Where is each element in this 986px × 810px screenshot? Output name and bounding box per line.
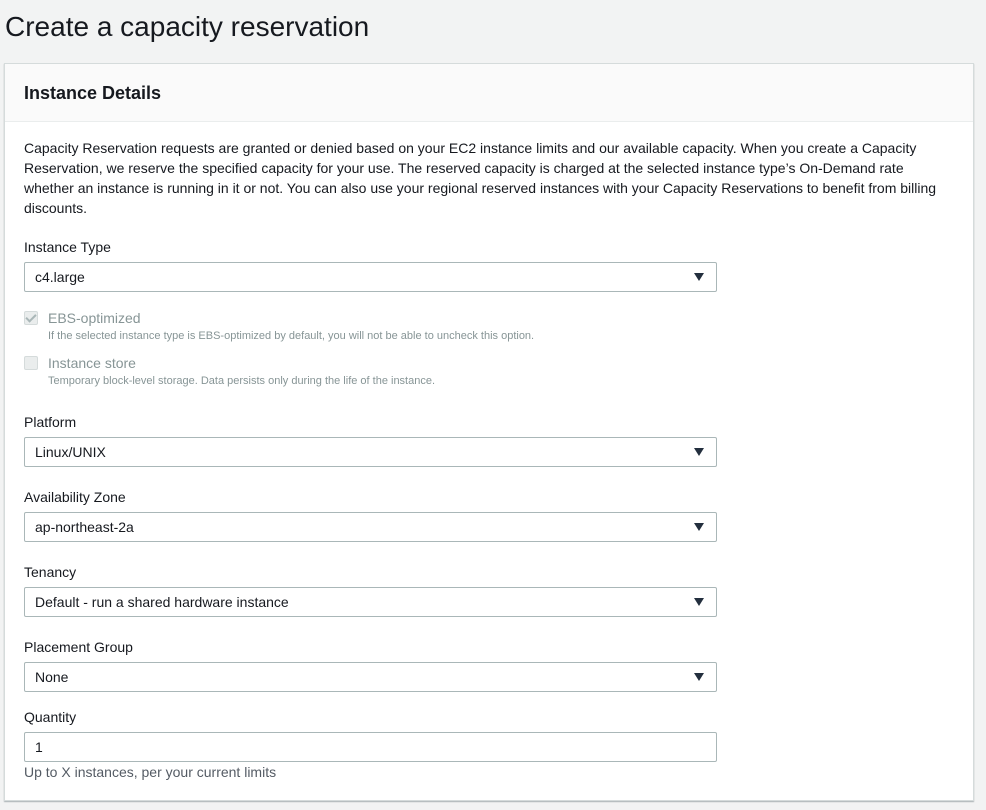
page-title: Create a capacity reservation <box>5 11 370 42</box>
caret-down-icon <box>694 598 704 606</box>
platform-label: Platform <box>24 414 77 430</box>
availability-zone-select[interactable]: ap-northeast-2a <box>24 512 717 542</box>
quantity-hint: Up to X instances, per your current limi… <box>24 764 277 780</box>
caret-down-icon <box>694 448 704 456</box>
placement-group-value: None <box>35 669 69 685</box>
ebs-optimized-help: If the selected instance type is EBS-opt… <box>48 330 535 342</box>
instance-store-label: Instance store <box>48 355 136 371</box>
platform-select[interactable]: Linux/UNIX <box>24 437 717 467</box>
ebs-optimized-checkbox[interactable] <box>24 311 38 325</box>
tenancy-select[interactable]: Default - run a shared hardware instance <box>24 587 717 617</box>
panel-header: Instance Details <box>5 64 973 122</box>
checkmark-icon <box>25 311 37 323</box>
quantity-input[interactable] <box>24 732 717 762</box>
tenancy-label: Tenancy <box>24 564 77 580</box>
instance-type-value: c4.large <box>35 269 85 285</box>
ebs-optimized-label: EBS-optimized <box>48 310 141 326</box>
instance-store-checkbox[interactable] <box>24 356 38 370</box>
availability-zone-value: ap-northeast-2a <box>35 519 134 535</box>
caret-down-icon <box>694 273 704 281</box>
panel-title: Instance Details <box>24 83 162 103</box>
caret-down-icon <box>694 523 704 531</box>
placement-group-label: Placement Group <box>24 639 133 655</box>
quantity-label: Quantity <box>24 709 77 725</box>
instance-type-select[interactable]: c4.large <box>24 262 717 292</box>
instance-store-help: Temporary block-level storage. Data pers… <box>48 375 436 387</box>
placement-group-select[interactable]: None <box>24 662 717 692</box>
instance-details-panel: Instance Details Capacity Reservation re… <box>4 63 974 801</box>
availability-zone-label: Availability Zone <box>24 489 126 505</box>
platform-value: Linux/UNIX <box>35 444 106 460</box>
panel-description: Capacity Reservation requests are grante… <box>24 140 937 216</box>
caret-down-icon <box>694 673 704 681</box>
tenancy-value: Default - run a shared hardware instance <box>35 594 289 610</box>
instance-type-label: Instance Type <box>24 239 111 255</box>
